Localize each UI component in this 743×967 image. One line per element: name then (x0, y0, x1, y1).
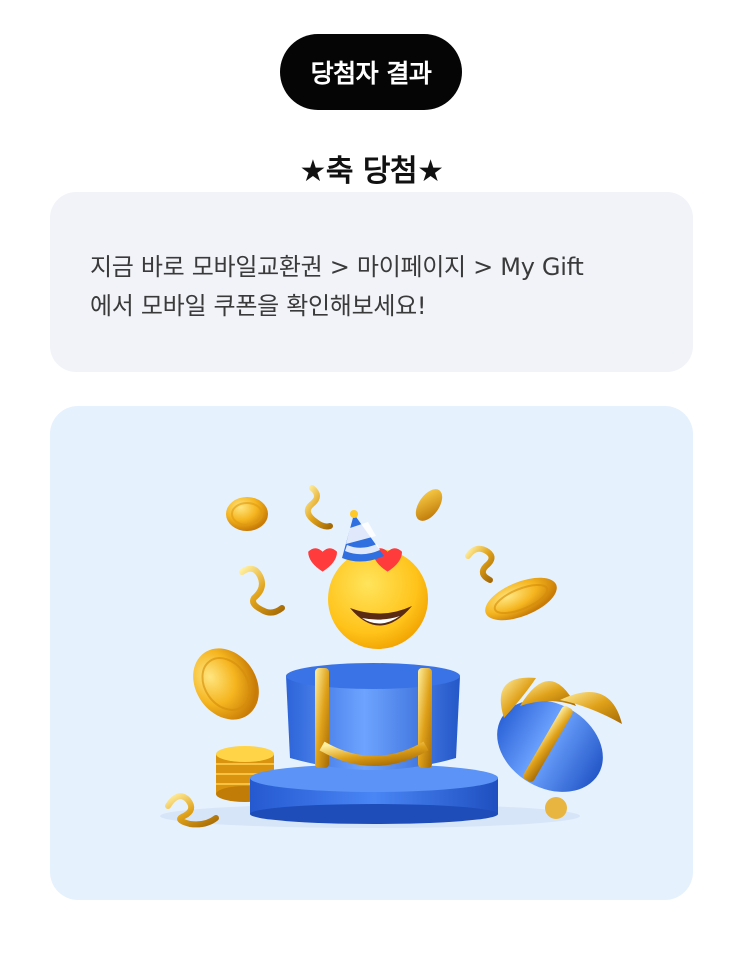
heart-eyes-emoji-icon (308, 548, 428, 649)
confetti-icon (465, 545, 495, 583)
ribbon-bow-icon (497, 677, 622, 819)
info-message-box: 지금 바로 모바일교환권 > 마이페이지 > My Gift 에서 모바일 쿠폰… (50, 192, 693, 372)
celebration-image-card (50, 406, 693, 900)
winner-result-label: 당첨자 결과 (310, 59, 432, 88)
coin-icon (193, 648, 259, 720)
confetti-icon (239, 565, 285, 616)
confetti-icon (304, 485, 333, 530)
celebration-illustration (160, 485, 622, 828)
congratulations-title: ★축 당첨★ (299, 154, 444, 189)
party-hat-icon (342, 510, 384, 562)
podium-icon (250, 764, 498, 824)
coin-icon (415, 489, 443, 521)
coin-icon (226, 497, 268, 531)
winner-result-badge: 당첨자 결과 (280, 34, 462, 110)
info-message-text: 지금 바로 모바일교환권 > 마이페이지 > My Gift 에서 모바일 쿠폰… (90, 253, 584, 320)
gift-box-icon (286, 663, 460, 770)
